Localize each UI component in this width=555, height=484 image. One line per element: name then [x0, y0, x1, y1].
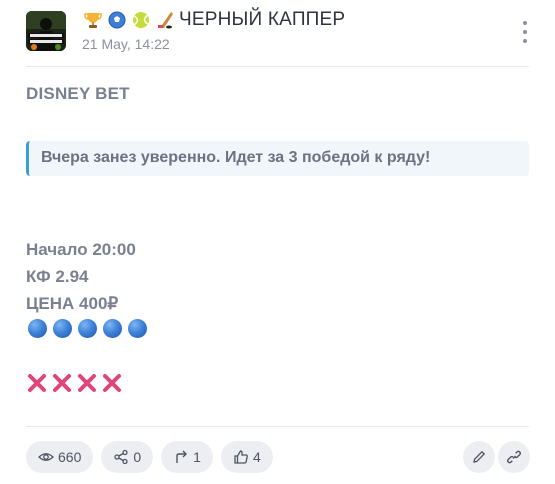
blue-circle-icon — [128, 319, 147, 338]
cross-mark-icon — [28, 374, 46, 392]
link-icon — [506, 450, 522, 464]
price: ЦЕНА 400₽ — [26, 294, 119, 313]
more-menu-icon[interactable] — [519, 21, 531, 43]
tennis-ball-icon — [133, 12, 149, 28]
shares-count: 0 — [133, 449, 142, 465]
channel-name: ЧЕРНЫЙ КАППЕР — [179, 9, 346, 30]
cross-mark-icon — [103, 374, 121, 392]
coefficient: КФ 2.94 — [26, 267, 89, 286]
cross-marks-row — [27, 372, 122, 394]
pencil-icon — [473, 450, 486, 463]
forward-button[interactable]: 1 — [161, 441, 213, 473]
edit-button[interactable] — [463, 441, 495, 473]
share-button[interactable]: 0 — [101, 441, 154, 473]
blue-circle-icon — [28, 319, 47, 338]
like-button[interactable]: 4 — [220, 441, 273, 473]
views-button[interactable]: 660 — [26, 441, 94, 473]
channel-avatar[interactable] — [26, 11, 66, 51]
trophy-icon — [84, 13, 102, 28]
forward-arrow-icon — [176, 450, 188, 463]
forwards-count: 1 — [193, 449, 201, 465]
blue-circle-icon — [53, 319, 72, 338]
blue-circle-icon — [103, 319, 122, 338]
post-quote: Вчера занез уверенно. Идет за 3 победой … — [26, 141, 529, 176]
cross-mark-icon — [78, 374, 96, 392]
divider — [26, 66, 529, 67]
start-time: Начало 20:00 — [26, 240, 136, 259]
post-stats: 660 0 1 4 — [26, 441, 273, 473]
blue-circle-icon — [78, 319, 97, 338]
post-brand: DISNEY BET — [26, 84, 130, 103]
post-date: 21 May, 14:22 — [82, 36, 170, 52]
views-count: 660 — [58, 449, 82, 465]
hockey-stick-icon — [158, 12, 173, 29]
eye-icon — [38, 453, 54, 461]
thumbs-up-icon — [234, 450, 248, 464]
likes-count: 4 — [252, 449, 261, 465]
post-header: ЧЕРНЫЙ КАППЕР 21 May, 14:22 — [0, 0, 555, 66]
avatar-image — [26, 11, 66, 51]
share-icon — [114, 449, 129, 465]
copy-link-button[interactable] — [498, 441, 530, 473]
blue-balls-row — [28, 319, 147, 338]
channel-title[interactable]: ЧЕРНЫЙ КАППЕР — [83, 8, 345, 32]
cross-mark-icon — [53, 374, 71, 392]
soccer-ball-icon — [108, 11, 126, 29]
divider — [26, 426, 529, 427]
quote-text: Вчера занез уверенно. Идет за 3 победой … — [41, 149, 431, 166]
